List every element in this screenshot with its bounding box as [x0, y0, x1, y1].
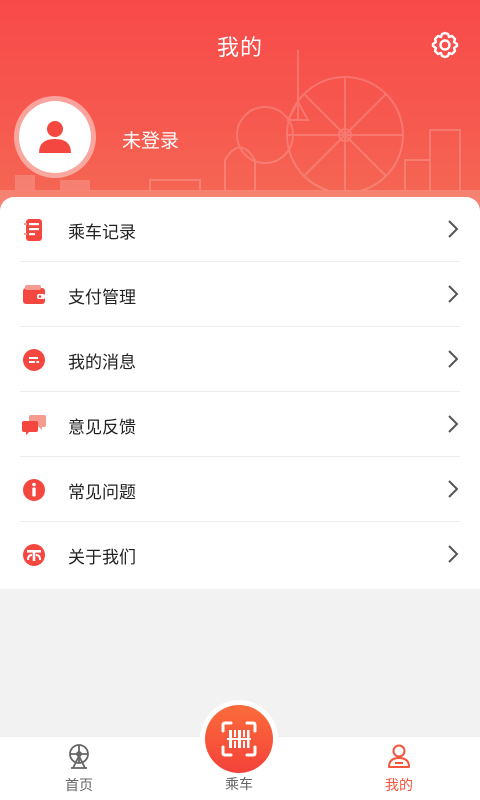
- page-title: 我的: [216, 36, 263, 61]
- tab-home[interactable]: 首页: [19, 737, 139, 800]
- user-icon: [388, 744, 410, 768]
- menu-item-about[interactable]: 关于我们: [0, 522, 480, 587]
- tab-label: 我的: [385, 778, 413, 794]
- ride-record-icon: [20, 216, 48, 244]
- chevron-right-icon: [448, 480, 459, 498]
- menu-item-label: 常见问题: [68, 483, 136, 503]
- menu-item-label: 支付管理: [68, 288, 136, 308]
- avatar[interactable]: [14, 96, 96, 178]
- menu-item-ride-record[interactable]: 乘车记录: [0, 197, 480, 262]
- scan-ride-button[interactable]: [200, 700, 278, 778]
- message-icon: [20, 346, 48, 374]
- menu-item-messages[interactable]: 我的消息: [0, 327, 480, 392]
- avatar-circle: [19, 101, 91, 173]
- menu-item-label: 关于我们: [68, 548, 136, 568]
- login-status[interactable]: 未登录: [122, 126, 179, 153]
- info-icon: [20, 476, 48, 504]
- gear-icon: [431, 31, 459, 59]
- tab-label: 首页: [65, 778, 93, 794]
- about-icon: [20, 541, 48, 569]
- tab-label-ride[interactable]: 乘车: [199, 774, 279, 794]
- ferris-wheel-icon: [69, 744, 89, 769]
- menu-item-payment[interactable]: 支付管理: [0, 262, 480, 327]
- menu-item-label: 我的消息: [68, 353, 136, 373]
- user-icon: [39, 121, 71, 153]
- menu-item-feedback[interactable]: 意见反馈: [0, 392, 480, 457]
- scan-button-inner: [205, 705, 273, 773]
- chevron-right-icon: [448, 350, 459, 368]
- feedback-icon: [20, 411, 48, 439]
- chevron-right-icon: [448, 415, 459, 433]
- menu-item-faq[interactable]: 常见问题: [0, 457, 480, 522]
- settings-button[interactable]: [428, 28, 462, 62]
- tab-mine[interactable]: 我的: [339, 737, 459, 800]
- wallet-icon: [20, 281, 48, 309]
- menu-card: 乘车记录 支付管理 我的消息 意见反馈 常见问题 关于我们: [0, 197, 480, 589]
- chevron-right-icon: [448, 285, 459, 303]
- chevron-right-icon: [448, 220, 459, 238]
- menu-item-label: 意见反馈: [68, 418, 136, 438]
- menu-item-label: 乘车记录: [68, 223, 136, 243]
- chevron-right-icon: [448, 545, 459, 563]
- qr-scan-icon: [221, 721, 257, 757]
- profile-header: 我的 未登录: [0, 0, 480, 215]
